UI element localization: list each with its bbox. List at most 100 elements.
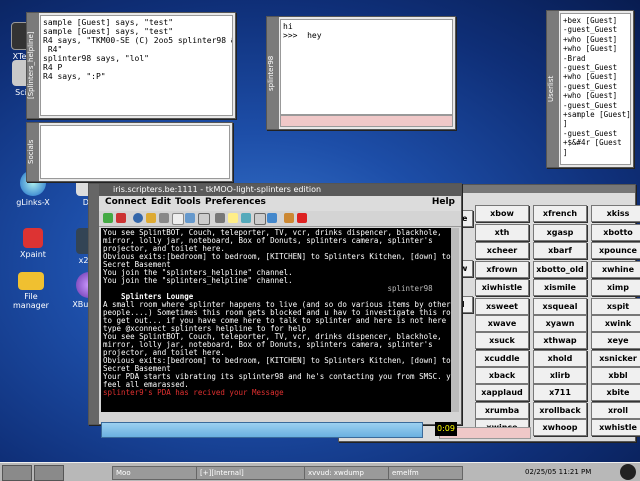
social-button-xfrench[interactable]: xfrench — [533, 205, 587, 222]
social-button-xwhoop[interactable]: xwhoop — [533, 418, 587, 436]
power-icon[interactable] — [620, 464, 636, 480]
social-button-xcuddle[interactable]: xcuddle — [475, 349, 529, 367]
social-button-xsqueal[interactable]: xsqueal — [533, 297, 587, 315]
splinter-pm-title[interactable]: splinter98 — [267, 17, 279, 129]
edit-icon[interactable] — [215, 213, 225, 223]
social-button-xbotto[interactable]: xbotto — [591, 223, 640, 241]
splinter-pm-window: splinter98 hi >>> hey — [266, 16, 456, 130]
list-item[interactable]: +who [Guest] — [563, 72, 628, 81]
desktop-icon-file-manager[interactable]: File manager — [6, 272, 56, 310]
menu-bar: Connect Edit Tools Preferences Help — [99, 196, 461, 211]
social-button-xsnicker[interactable]: xsnicker — [591, 349, 640, 367]
userlist-window: Userlist +bex [Guest] -guest_Guest +who … — [546, 10, 634, 168]
social-button-x711[interactable]: x711 — [533, 384, 587, 402]
table-icon[interactable] — [198, 213, 210, 225]
list-item[interactable]: +who [Guest] — [563, 44, 628, 53]
social-button-xrumba[interactable]: xrumba — [475, 401, 529, 419]
list-item[interactable]: -Brad — [563, 54, 628, 63]
social-button-xroll[interactable]: xroll — [591, 401, 640, 419]
list-item[interactable]: -guest_Guest — [563, 101, 628, 110]
pager-icon-2[interactable] — [34, 465, 64, 481]
command-input[interactable] — [101, 422, 423, 438]
close-icon[interactable] — [297, 213, 307, 223]
social-button-xbite[interactable]: xbite — [591, 384, 640, 402]
social-button-xeye[interactable]: xeye — [591, 332, 640, 350]
list-item[interactable]: -guest_Guest — [563, 63, 628, 72]
list-item[interactable]: +sample [Guest] — [563, 110, 630, 119]
table2-icon[interactable] — [254, 213, 266, 225]
helpline-window-title[interactable]: [Splinters_helpline] — [27, 13, 39, 118]
folder-icon[interactable] — [146, 213, 156, 223]
splinter-pm-output: hi >>> hey — [280, 19, 453, 115]
list-item[interactable]: +who [Guest] — [563, 91, 628, 100]
social-button-xpounce[interactable]: xpounce — [591, 242, 640, 259]
social-button-xfrown[interactable]: xfrown — [475, 260, 529, 278]
globe-icon[interactable] — [133, 213, 143, 223]
social-button-xcheer[interactable]: xcheer — [475, 242, 529, 259]
folder-icon — [18, 272, 44, 290]
list-item[interactable]: ] — [563, 119, 628, 128]
disconnect-icon[interactable] — [116, 213, 126, 223]
social-button-xwink[interactable]: xwink — [591, 315, 640, 332]
monitor-icon[interactable] — [241, 213, 251, 223]
list-item[interactable]: -guest_Guest — [563, 25, 628, 34]
social-button-xthwap[interactable]: xthwap — [533, 332, 587, 350]
social-button-xbotto_old[interactable]: xbotto_old — [533, 260, 587, 278]
social-button-xgasp[interactable]: xgasp — [533, 223, 587, 241]
social-button-ximp[interactable]: ximp — [591, 279, 640, 296]
main-window-side-title — [89, 184, 99, 424]
task-xvvud[interactable]: xvvud: xwdump — [304, 466, 389, 480]
list-item[interactable]: +bex [Guest] — [563, 16, 628, 25]
social-button-xwhine[interactable]: xwhine — [591, 260, 640, 278]
social-button-xiwhistle[interactable]: xiwhistle — [475, 279, 529, 296]
list-item[interactable]: ] — [563, 148, 628, 157]
social-button-xhold[interactable]: xhold — [533, 349, 587, 367]
window-icon[interactable] — [185, 213, 195, 223]
social-button-xbbl[interactable]: xbbl — [591, 366, 640, 384]
menu-preferences[interactable]: Preferences — [205, 197, 266, 207]
splinter-pm-input[interactable] — [280, 115, 453, 127]
social-button-xlirb[interactable]: xlirb — [533, 366, 587, 384]
connect-icon[interactable] — [103, 213, 113, 223]
social-button-xkiss[interactable]: xkiss — [591, 205, 640, 222]
note-icon[interactable] — [228, 213, 238, 223]
socials-window-title[interactable]: Socials — [27, 123, 39, 181]
menu-connect[interactable]: Connect — [105, 197, 146, 207]
social-button-xrollback[interactable]: xrollback — [533, 401, 587, 419]
socials-window: Socials — [26, 122, 233, 182]
pager-icon[interactable] — [2, 465, 32, 481]
menu-help[interactable]: Help — [432, 197, 455, 207]
social-button-xsuck[interactable]: xsuck — [475, 332, 529, 350]
users-icon[interactable] — [159, 213, 169, 223]
helpline-window: [Splinters_helpline] sample [Guest] says… — [26, 12, 236, 119]
main-window-title[interactable]: iris.scripters.be:1111 - tkMOO-light-spl… — [99, 184, 461, 196]
social-button-xspit[interactable]: xspit — [591, 297, 640, 315]
move-icon[interactable] — [267, 213, 277, 223]
social-button-xbarf[interactable]: xbarf — [533, 242, 587, 259]
social-button-xwhistle[interactable]: xwhistle — [591, 418, 640, 436]
desktop-icon-xpaint[interactable]: Xpaint — [8, 228, 58, 259]
social-button-xth[interactable]: xth — [475, 223, 529, 241]
social-button-xismile[interactable]: xismile — [533, 279, 587, 296]
list-item[interactable]: +who [Guest] — [563, 35, 628, 44]
menu-edit[interactable]: Edit — [151, 197, 171, 207]
page-icon[interactable] — [172, 213, 184, 225]
social-button-xback[interactable]: xback — [475, 366, 529, 384]
task-moo[interactable]: Moo — [112, 466, 197, 480]
userlist-title[interactable]: Userlist — [547, 11, 559, 167]
list-item[interactable]: -guest_Guest — [563, 129, 628, 138]
task-emelfm[interactable]: emelfm — [388, 466, 463, 480]
list-item[interactable]: +$&#4r [Guest — [563, 138, 628, 147]
paint-icon — [23, 228, 43, 248]
output-scrollbar[interactable] — [451, 228, 459, 412]
social-button-xsweet[interactable]: xsweet — [475, 297, 529, 315]
social-button-xwave[interactable]: xwave — [475, 315, 529, 332]
social-button-xbow[interactable]: xbow — [475, 205, 529, 222]
list-item[interactable]: -guest_Guest — [563, 82, 628, 91]
social-button-xapplaud[interactable]: xapplaud — [475, 384, 529, 402]
menu-tools[interactable]: Tools — [175, 197, 201, 207]
pencil-icon[interactable] — [284, 213, 294, 223]
social-button-xyawn[interactable]: xyawn — [533, 315, 587, 332]
moo-output: You see SplintBOT, Couch, teleporter, TV… — [101, 228, 451, 412]
task-internal[interactable]: [+][Internal] — [196, 466, 305, 480]
